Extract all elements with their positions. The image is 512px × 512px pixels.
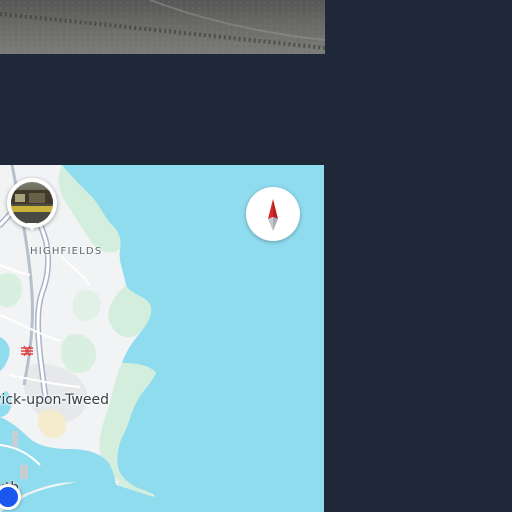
photo-panel[interactable]	[0, 0, 325, 54]
railway-station-icon[interactable]	[20, 345, 34, 357]
compass-button[interactable]	[246, 187, 300, 241]
photo-thumbnail-image	[11, 190, 53, 224]
place-label-highfields: HIGHFIELDS	[30, 246, 103, 257]
photo-texture	[0, 0, 325, 54]
place-label-town: wick-upon-Tweed	[0, 392, 109, 408]
pier	[12, 431, 18, 447]
photo-pin-tail	[27, 223, 37, 231]
photo-pin-icon[interactable]	[7, 178, 57, 232]
breakwater	[117, 481, 153, 497]
pier	[20, 465, 28, 479]
compass-icon	[268, 199, 278, 231]
photo-thumbnail	[11, 182, 53, 224]
map-view[interactable]: HIGHFIELDS wick-upon-Tweed uth	[0, 165, 324, 512]
